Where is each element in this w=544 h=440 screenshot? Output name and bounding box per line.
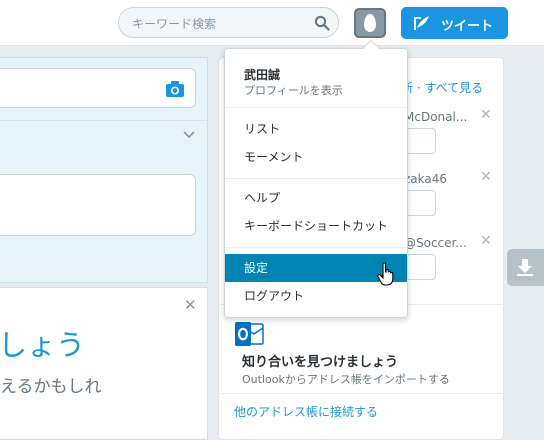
dismiss-icon[interactable]: ✕ [480,107,492,123]
onboarding-subheading: えるかもしれ [0,377,102,397]
menu-item-help[interactable]: ヘルプ [225,184,407,212]
top-navigation-bar: キーワード検索 ツイート [0,0,544,46]
egg-avatar-icon [364,14,376,32]
find-friends-title: 知り合いを見つけましょう [242,355,399,370]
menu-view-profile[interactable]: プロフィールを表示 [244,82,343,98]
menu-item-lists[interactable]: リスト [225,115,407,143]
compose-quill-icon [414,16,429,30]
download-tab[interactable] [507,249,544,286]
divider [0,120,208,121]
menu-item-moments[interactable]: モーメント [225,143,407,171]
who-to-follow-links[interactable]: 新 · すべて見る [401,79,483,96]
tweet-compose-card [0,57,208,283]
search-input[interactable]: キーワード検索 [118,7,339,38]
dismiss-icon[interactable]: ✕ [480,169,492,185]
onboarding-heading: しょう [0,328,86,362]
search-placeholder: キーワード検索 [132,17,217,31]
connect-other-address-book-link[interactable]: 他のアドレス帳に接続する [234,403,378,420]
menu-user-name[interactable]: 武田誠 [244,66,280,83]
suggestion-handle[interactable]: zaka46 [404,172,447,186]
profile-avatar-button[interactable] [354,8,386,38]
menu-divider [225,247,407,248]
download-icon [517,259,533,276]
menu-divider [225,107,407,108]
search-icon[interactable] [314,15,330,31]
hand-pointer-icon [377,262,394,286]
menu-item-logout[interactable]: ログアウト [225,282,407,310]
divider [218,393,504,394]
tweet-compose-input[interactable] [0,68,196,108]
tweet-button-label: ツイート [441,19,494,34]
onboarding-card: ✕ しょう えるかもしれ [0,287,208,440]
outlook-icon [235,322,264,346]
close-icon[interactable]: ✕ [184,296,197,314]
chevron-down-icon[interactable] [182,128,196,142]
menu-item-keyboard-shortcuts[interactable]: キーボードショートカット [225,212,407,240]
follow-button[interactable] [406,190,436,216]
dismiss-icon[interactable]: ✕ [480,233,492,249]
tweet-button[interactable]: ツイート [401,7,508,39]
suggestion-handle[interactable]: @Soccer... [404,236,467,250]
follow-button[interactable] [406,254,436,280]
menu-divider [225,178,407,179]
suggestion-handle[interactable]: McDonal... [404,110,467,124]
camera-icon[interactable] [165,80,185,98]
text-area[interactable] [0,174,196,236]
find-friends-subtitle[interactable]: Outlookからアドレス帳をインポートする [242,371,450,387]
follow-button[interactable] [406,128,436,154]
